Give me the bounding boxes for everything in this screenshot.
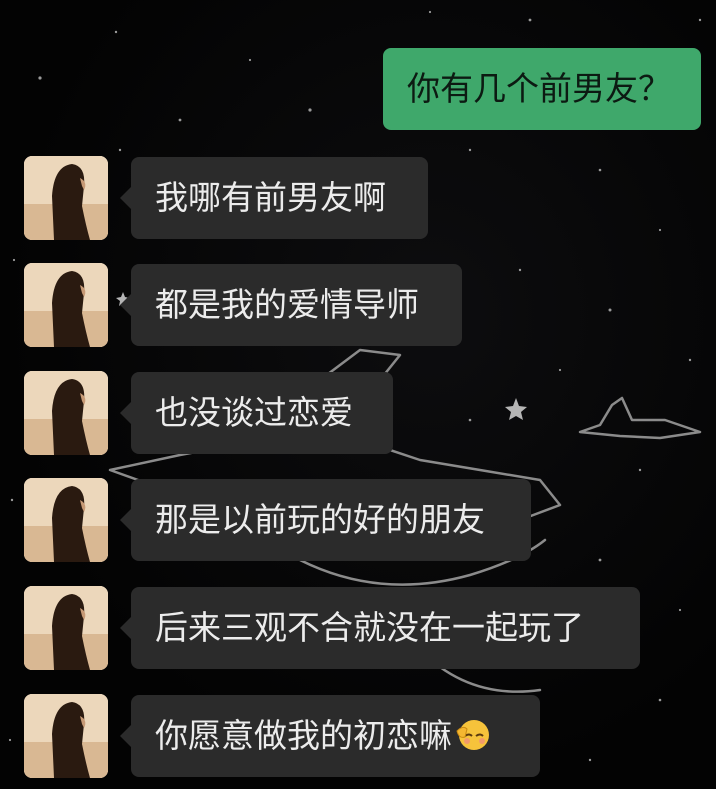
contact-avatar[interactable] bbox=[24, 156, 108, 240]
contact-avatar[interactable] bbox=[24, 371, 108, 455]
contact-avatar[interactable] bbox=[24, 694, 108, 778]
incoming-message-bubble[interactable]: 那是以前玩的好的朋友 bbox=[120, 479, 531, 561]
incoming-message-bubble[interactable]: 后来三观不合就没在一起玩了 bbox=[120, 587, 640, 669]
contact-avatar[interactable] bbox=[24, 263, 108, 347]
contact-avatar[interactable] bbox=[24, 586, 108, 670]
incoming-message-text: 都是我的爱情导师 bbox=[155, 285, 419, 324]
outgoing-message-bubble[interactable]: 你有几个前男友？ bbox=[383, 48, 701, 130]
incoming-message-text: 我哪有前男友啊 bbox=[155, 178, 386, 217]
incoming-message-bubble[interactable]: 你愿意做我的初恋嘛 bbox=[120, 695, 540, 777]
shy-face-emoji-icon bbox=[454, 701, 492, 750]
incoming-message-text: 后来三观不合就没在一起玩了 bbox=[155, 608, 584, 647]
incoming-message-text: 那是以前玩的好的朋友 bbox=[155, 500, 485, 539]
incoming-message-text: 你愿意做我的初恋嘛 bbox=[155, 716, 452, 755]
incoming-message-bubble[interactable]: 也没谈过恋爱 bbox=[120, 372, 393, 454]
outgoing-message-text: 你有几个前男友？ bbox=[407, 69, 671, 108]
chat-screen: 你有几个前男友？ 我哪有前男友啊 都是我的爱情导师 也没谈过恋爱 那是以前玩的好… bbox=[0, 0, 716, 789]
incoming-message-bubble[interactable]: 我哪有前男友啊 bbox=[120, 157, 428, 239]
incoming-message-text: 也没谈过恋爱 bbox=[155, 393, 353, 432]
contact-avatar[interactable] bbox=[24, 478, 108, 562]
incoming-message-bubble[interactable]: 都是我的爱情导师 bbox=[120, 264, 462, 346]
